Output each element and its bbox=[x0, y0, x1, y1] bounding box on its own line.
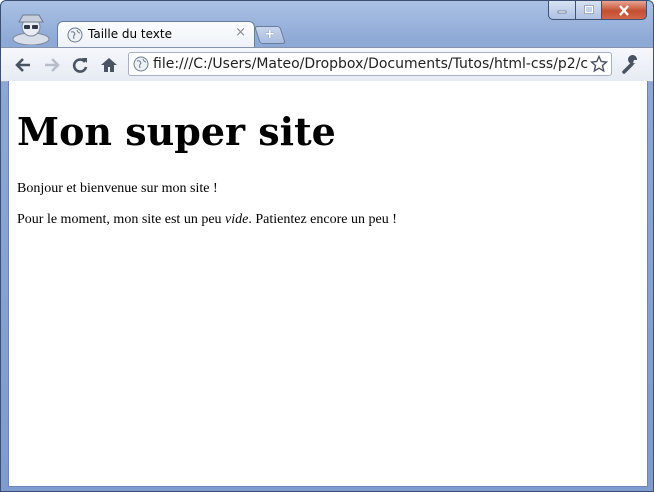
home-icon[interactable] bbox=[99, 55, 119, 75]
address-bar[interactable]: file:///C:/Users/Mateo/Dropbox/Documents… bbox=[128, 52, 612, 76]
tab-close-icon[interactable]: × bbox=[235, 25, 246, 40]
close-icon bbox=[619, 5, 629, 16]
paragraph-status: Pour le moment, mon site est un peu vide… bbox=[17, 212, 397, 228]
close-window-button[interactable] bbox=[602, 1, 647, 20]
globe-icon bbox=[133, 56, 149, 72]
wrench-icon[interactable] bbox=[621, 55, 641, 75]
paragraph-status-start: Pour le moment, mon site est un peu bbox=[17, 212, 226, 227]
maximize-icon bbox=[583, 5, 594, 14]
globe-icon bbox=[67, 27, 83, 43]
minimize-button[interactable] bbox=[548, 1, 576, 20]
tab-active[interactable]: Taille du texte × bbox=[57, 21, 255, 48]
page-heading: Mon super site bbox=[17, 109, 336, 154]
plus-icon: + bbox=[264, 27, 276, 42]
paragraph-welcome: Bonjour et bienvenue sur mon site ! bbox=[17, 181, 218, 196]
incognito-icon bbox=[11, 9, 51, 46]
star-icon[interactable] bbox=[590, 55, 608, 73]
reload-icon[interactable] bbox=[70, 55, 90, 75]
tab-title: Taille du texte bbox=[88, 27, 172, 41]
emphasis-text: vide bbox=[225, 212, 249, 227]
paragraph-status-end: . Patientez encore un peu ! bbox=[248, 212, 397, 227]
maximize-button[interactable] bbox=[576, 1, 602, 20]
toolbar: file:///C:/Users/Mateo/Dropbox/Documents… bbox=[1, 47, 653, 82]
new-tab-button[interactable]: + bbox=[254, 26, 286, 44]
minimize-icon bbox=[557, 10, 567, 14]
back-icon[interactable] bbox=[13, 55, 33, 75]
forward-icon[interactable] bbox=[42, 55, 62, 75]
page-viewport: Mon super site Bonjour et bienvenue sur … bbox=[8, 81, 648, 487]
url-text[interactable]: file:///C:/Users/Mateo/Dropbox/Documents… bbox=[153, 56, 589, 72]
browser-window: Taille du texte × + file:///C:/Users/Mat… bbox=[0, 0, 654, 492]
window-controls bbox=[548, 1, 647, 20]
